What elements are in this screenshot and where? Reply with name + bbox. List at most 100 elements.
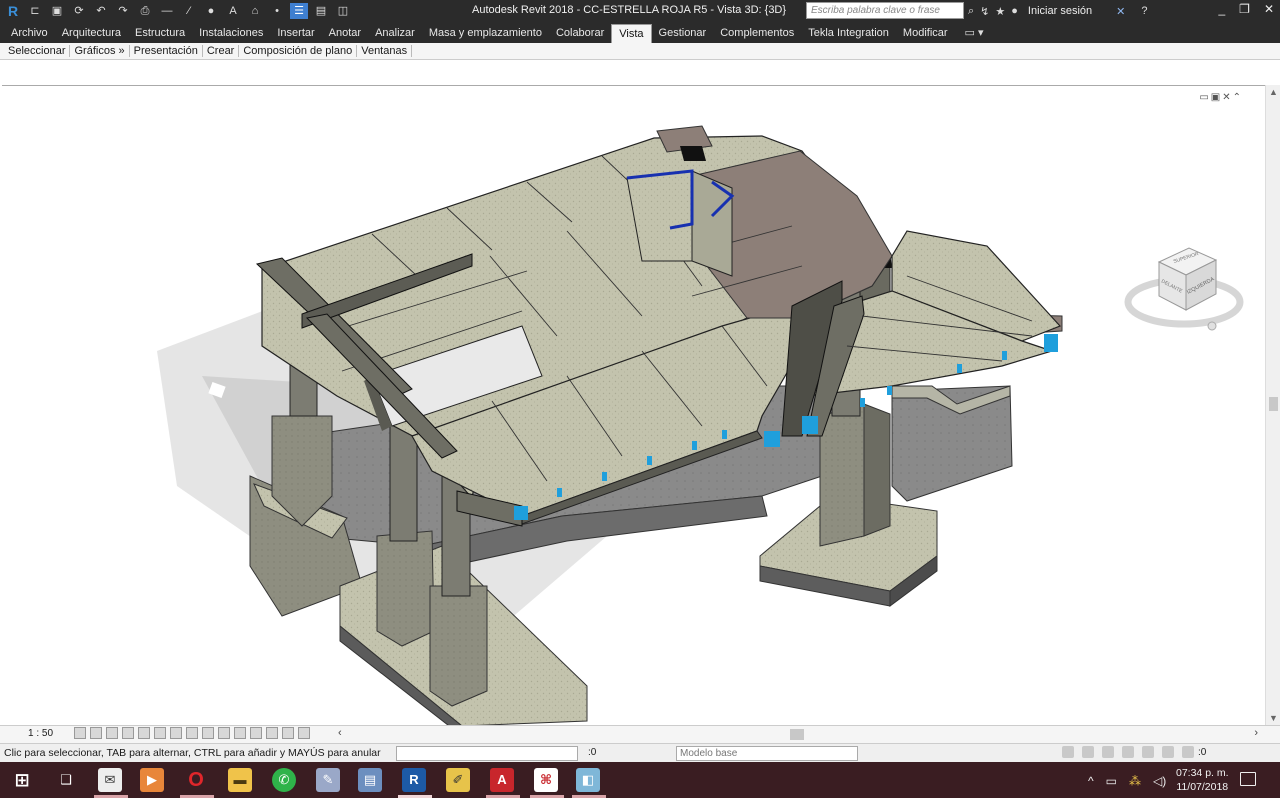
panel-composición-de-plano[interactable]: Composición de plano [239,45,358,57]
ribbon-minimize-icon[interactable]: ▭ ▾ [955,24,994,43]
visual-style-icon[interactable] [90,727,102,739]
tab-analizar[interactable]: Analizar [368,24,422,43]
exchange-apps-icon[interactable]: ✕ [1116,5,1125,18]
background-processes-icon[interactable] [1162,746,1174,758]
show-crop-icon[interactable] [170,727,182,739]
detail-level-icon[interactable] [74,727,86,739]
tab-masa-y-emplazamiento[interactable]: Masa y emplazamiento [422,24,549,43]
start-icon[interactable]: ⊞ [10,768,34,792]
3d-viewport[interactable]: ▭▣✕⌃ SUPERIOR DELANTE IZQUIERDA [2,85,1265,725]
viewcube[interactable]: SUPERIOR DELANTE IZQUIERDA [1124,242,1244,342]
viewcube-home-icon[interactable] [1207,321,1217,331]
tab-modificar[interactable]: Modificar [896,24,955,43]
tab-anotar[interactable]: Anotar [322,24,368,43]
horizontal-scroll-thumb[interactable] [790,729,804,740]
save-icon[interactable]: ▣ [48,3,66,19]
tray-expand-icon[interactable]: ^ [1088,774,1094,788]
paint-icon[interactable]: ✎ [316,768,340,792]
undo-icon[interactable]: ↶ [92,3,110,19]
user-icon[interactable]: ● [1011,5,1018,17]
autocad-icon[interactable]: A [490,768,514,792]
highlight-displacement-icon[interactable] [266,727,278,739]
restore-icon[interactable]: ❐ [1239,2,1250,16]
subscription-icon[interactable]: ↯ [980,5,989,18]
filter-icon[interactable] [1182,746,1194,758]
view-window-controls[interactable]: ▭▣✕⌃ [1199,92,1243,103]
design-option-combo[interactable]: Modelo base [676,746,858,761]
minimize-icon[interactable]: _ [1218,2,1225,16]
vertical-scrollbar[interactable]: ▲ ▼ [1265,85,1280,725]
panel-presentación[interactable]: Presentación [130,45,203,57]
select-pinned-icon[interactable] [1102,746,1114,758]
tab-complementos[interactable]: Complementos [713,24,801,43]
tab-arquitectura[interactable]: Arquitectura [55,24,128,43]
mail-icon[interactable]: ✉ [98,768,122,792]
temporary-hide-icon[interactable] [202,727,214,739]
tab-colaborar[interactable]: Colaborar [549,24,611,43]
panel-seleccionar[interactable]: Seleccionar [4,45,71,57]
redo-icon[interactable]: ↷ [114,3,132,19]
tab-insertar[interactable]: Insertar [270,24,321,43]
thin-lines-icon[interactable]: ☰ [290,3,308,19]
scroll-thumb[interactable] [1269,397,1278,411]
volume-icon[interactable]: ◁) [1153,774,1166,788]
tag-icon[interactable]: ● [202,3,220,19]
view-scale[interactable]: 1 : 50 [28,728,53,739]
sun-path-icon[interactable] [106,727,118,739]
select-by-face-icon[interactable] [1122,746,1134,758]
rendering-icon[interactable] [138,727,150,739]
revit-icon[interactable]: R [402,768,426,792]
network-icon[interactable]: ▤ [358,768,382,792]
signin-button[interactable]: Iniciar sesión [1028,5,1092,17]
tray-network-icon[interactable]: ⁂ [1129,774,1141,788]
scroll-left-icon[interactable]: ‹ [338,727,342,739]
binoculars-icon[interactable]: ⌕ [968,5,974,18]
tab-gestionar[interactable]: Gestionar [652,24,714,43]
tab-instalaciones[interactable]: Instalaciones [192,24,270,43]
tab-estructura[interactable]: Estructura [128,24,192,43]
panel-crear[interactable]: Crear [203,45,240,57]
favorites-star-icon[interactable]: ★ [995,5,1005,18]
analytical-model-icon[interactable] [250,727,262,739]
default-3d-view-icon[interactable]: ⌂ [246,3,264,19]
task-view-icon[interactable]: ❑ [54,768,78,792]
tab-vista[interactable]: Vista [611,24,652,43]
open-icon[interactable]: ⊏ [26,3,44,19]
select-underlay-icon[interactable] [1082,746,1094,758]
search-input[interactable]: Escriba palabra clave o frase [806,2,964,19]
drag-elements-icon[interactable] [1142,746,1154,758]
panel-ventanas[interactable]: Ventanas [357,45,413,57]
section-icon[interactable]: • [268,3,286,19]
switch-windows-icon[interactable]: ◫ [334,3,352,19]
measure-icon[interactable]: — [158,3,176,19]
opera-icon[interactable]: O [184,768,208,792]
help-icon[interactable]: ? [1141,5,1147,17]
lock-view-icon[interactable] [186,727,198,739]
structural-model-3d[interactable] [2,86,1265,725]
media-player-icon[interactable]: ▶ [140,768,164,792]
notifications-icon[interactable] [1240,772,1256,786]
pdf-icon[interactable]: ⌘ [534,768,558,792]
sync-icon[interactable]: ⟳ [70,3,88,19]
print-icon[interactable]: ⎙ [136,3,154,19]
file-explorer-icon[interactable]: ▬ [228,768,252,792]
reveal-hidden-icon[interactable] [218,727,230,739]
reveal-constraints-icon[interactable] [282,727,294,739]
tool-icon[interactable]: ✐ [446,768,470,792]
workset-combo[interactable] [396,746,578,761]
app-icon[interactable]: ◧ [576,768,600,792]
tab-tekla-integration[interactable]: Tekla Integration [801,24,896,43]
taskbar-clock[interactable]: 07:34 p. m. 11/07/2018 [1176,766,1229,794]
text-icon[interactable]: A [224,3,242,19]
scroll-down-icon[interactable]: ▼ [1269,713,1278,723]
section-box-icon[interactable] [298,727,310,739]
tray-display-icon[interactable]: ▭ [1106,774,1117,788]
dimension-icon[interactable]: ⁄ [180,3,198,19]
tab-archivo[interactable]: Archivo [4,24,55,43]
panel-gráficos[interactable]: Gráficos » [70,45,130,57]
worksharing-icon[interactable] [234,727,246,739]
crop-view-icon[interactable] [154,727,166,739]
whatsapp-icon[interactable]: ✆ [272,768,296,792]
close-icon[interactable]: ✕ [1264,2,1274,16]
scroll-right-icon[interactable]: › [1254,727,1258,739]
